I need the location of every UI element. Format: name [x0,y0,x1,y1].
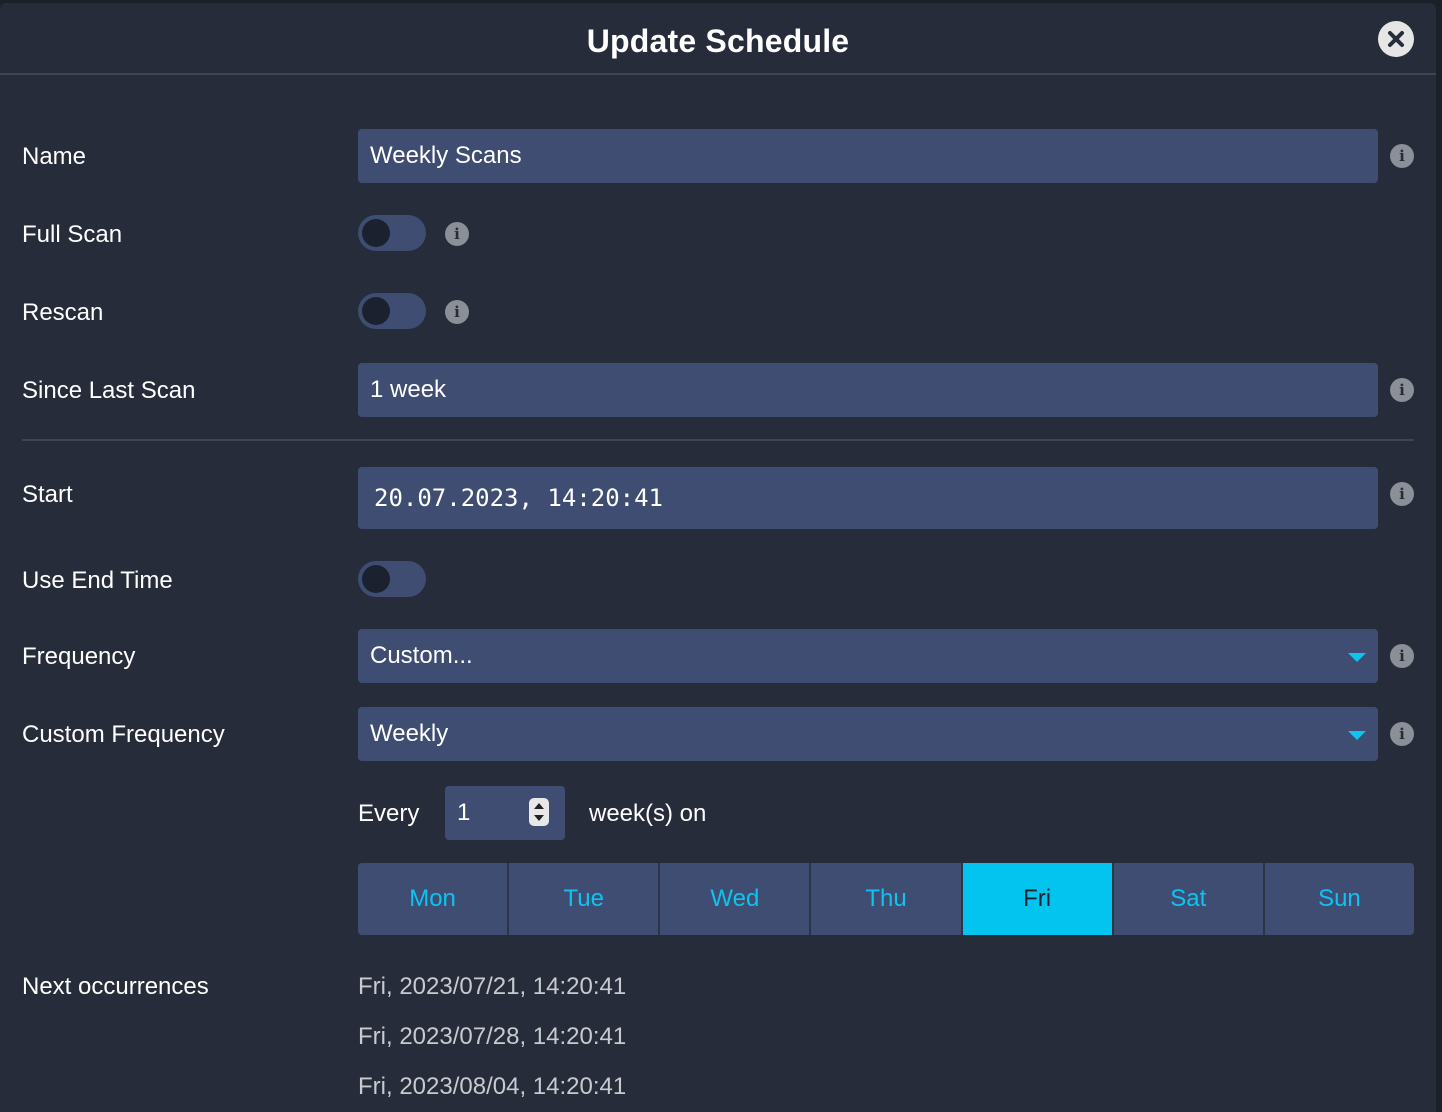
name-input[interactable]: Weekly Scans [358,129,1378,183]
day-button-tue[interactable]: Tue [509,863,661,935]
start-datetime-input[interactable]: 20.07.2023, 14:20:41 [358,467,1378,529]
occurrence-item: Fri, 2023/07/21, 14:20:41 [358,973,627,1000]
day-button-sun[interactable]: Sun [1264,863,1414,935]
name-label: Name [22,143,87,170]
close-icon [1388,31,1404,47]
info-icon[interactable]: i [445,300,469,324]
info-icon[interactable]: i [1390,144,1414,168]
full-scan-toggle[interactable] [358,215,426,251]
spinner-arrows-icon[interactable] [529,798,549,826]
custom-frequency-select[interactable]: Weekly [358,707,1378,761]
update-schedule-dialog: Update Schedule Name Weekly Scans i Full… [0,3,1436,1112]
day-button-mon[interactable]: Mon [358,863,510,935]
next-occurrences-label: Next occurrences [22,973,209,1000]
info-icon[interactable]: i [1390,644,1414,668]
weeks-on-label: week(s) on [589,800,707,827]
occurrence-item: Fri, 2023/07/28, 14:20:41 [358,1023,627,1050]
day-button-thu[interactable]: Thu [811,863,963,935]
frequency-select[interactable]: Custom... [358,629,1378,683]
rescan-label: Rescan [22,299,104,326]
dialog-header: Update Schedule [0,3,1436,75]
weekday-selector: Mon Tue Wed Thu Fri Sat Sun [358,863,1414,935]
use-end-time-label: Use End Time [22,567,173,594]
interval-stepper[interactable]: 1 [445,786,565,840]
section-divider [22,439,1414,441]
full-scan-label: Full Scan [22,221,123,248]
use-end-time-toggle[interactable] [358,561,426,597]
since-last-scan-input[interactable]: 1 week [358,363,1378,417]
since-last-scan-label: Since Last Scan [22,377,196,404]
custom-frequency-label: Custom Frequency [22,721,225,748]
day-button-sat[interactable]: Sat [1113,863,1265,935]
toggle-knob [362,565,390,593]
dialog-title: Update Schedule [586,23,850,59]
toggle-knob [362,219,390,247]
frequency-value: Custom... [370,642,473,669]
info-icon[interactable]: i [1390,482,1414,506]
toggle-knob [362,297,390,325]
close-button[interactable] [1378,21,1414,57]
info-icon[interactable]: i [445,222,469,246]
info-icon[interactable]: i [1390,722,1414,746]
every-label: Every [358,800,420,827]
day-button-wed[interactable]: Wed [660,863,812,935]
chevron-down-icon [1348,731,1366,740]
custom-frequency-value: Weekly [370,720,449,747]
occurrence-item: Fri, 2023/08/04, 14:20:41 [358,1073,627,1100]
day-button-fri[interactable]: Fri [962,863,1114,935]
start-label: Start [22,481,73,508]
frequency-label: Frequency [22,643,136,670]
rescan-toggle[interactable] [358,293,426,329]
info-icon[interactable]: i [1390,378,1414,402]
interval-value: 1 [457,799,471,826]
chevron-down-icon [1348,653,1366,662]
